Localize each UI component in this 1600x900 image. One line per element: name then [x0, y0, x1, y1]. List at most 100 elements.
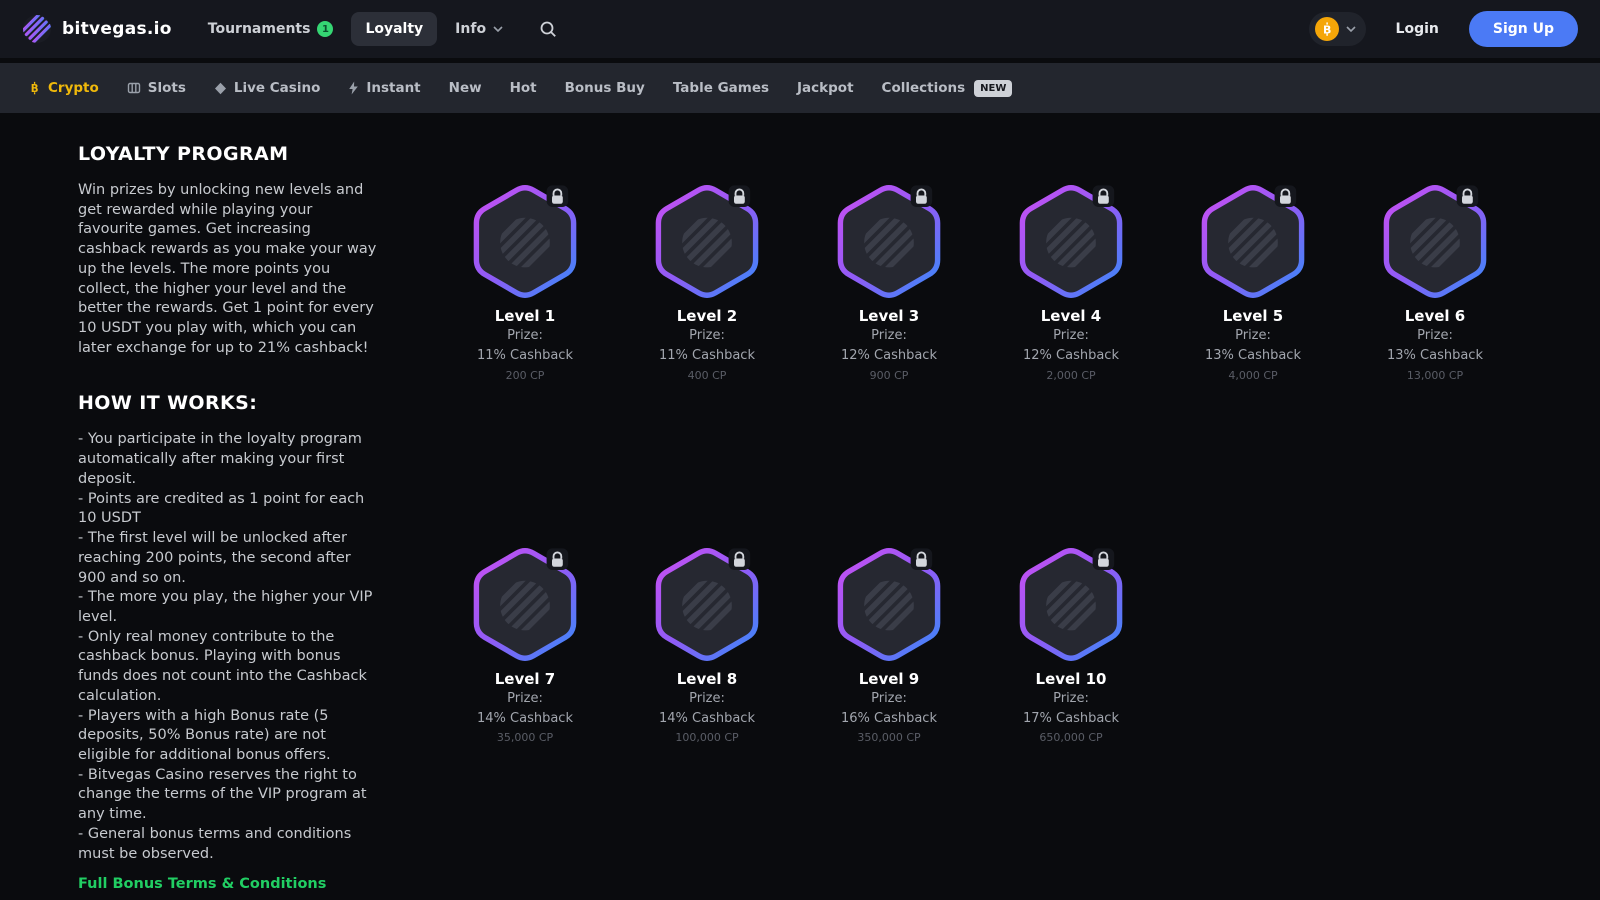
- chevron-down-icon: [1345, 26, 1356, 32]
- lock-icon: [910, 185, 933, 207]
- lock-icon: [1092, 185, 1115, 207]
- nav-item-info[interactable]: Info: [441, 12, 517, 46]
- bitvegas-logo-icon: [22, 14, 52, 44]
- level-prize-label: Prize:: [1053, 328, 1089, 343]
- level-name: Level 6: [1404, 307, 1466, 325]
- subnav-item-crypto[interactable]: B Crypto: [28, 80, 99, 96]
- level-cp: 2,000 CP: [1046, 368, 1096, 382]
- lock-icon: [1456, 185, 1479, 207]
- subnav-item-collections[interactable]: Collections NEW: [882, 79, 1013, 97]
- level-badge: [1017, 181, 1125, 302]
- level-cp: 650,000 CP: [1039, 731, 1103, 745]
- hot-label: Hot: [509, 80, 537, 96]
- collections-new-badge: NEW: [974, 79, 1013, 97]
- level-name: Level 5: [1222, 307, 1284, 325]
- level-card: Level 6 Prize: 13% Cashback 13,000 CP: [1344, 181, 1526, 530]
- full-bonus-terms-link[interactable]: Full Bonus Terms & Conditions: [78, 876, 326, 892]
- level-cashback: 13% Cashback: [1205, 347, 1301, 363]
- level-cp: 100,000 CP: [675, 731, 739, 745]
- level-card: Level 5 Prize: 13% Cashback 4,000 CP: [1162, 181, 1344, 530]
- level-card: Level 8 Prize: 14% Cashback 100,000 CP: [616, 544, 798, 893]
- top-nav: Tournaments 1 Loyalty Info: [194, 12, 565, 46]
- level-cp: 13,000 CP: [1406, 368, 1464, 382]
- how-it-works-title: HOW IT WORKS:: [78, 392, 258, 415]
- login-button[interactable]: Login: [1384, 13, 1451, 45]
- level-hexagon-icon: [1019, 185, 1123, 298]
- level-name: Level 1: [494, 307, 556, 325]
- level-prize-label: Prize:: [871, 328, 907, 343]
- level-hexagon-icon: [1201, 185, 1305, 298]
- jackpot-label: Jackpot: [797, 80, 854, 96]
- level-cashback: 11% Cashback: [477, 347, 573, 363]
- lock-icon: [546, 185, 569, 207]
- level-prize-label: Prize:: [1235, 328, 1271, 343]
- level-name: Level 3: [858, 307, 920, 325]
- level-card: Level 3 Prize: 12% Cashback 900 CP: [798, 181, 980, 530]
- level-badge: [1381, 181, 1489, 302]
- lock-icon: [546, 547, 569, 570]
- instant-label: Instant: [366, 80, 421, 96]
- level-hexagon-icon: [655, 185, 759, 298]
- level-name: Level 4: [1040, 307, 1102, 325]
- subnav-item-new[interactable]: New: [449, 80, 482, 96]
- level-card: Level 1 Prize: 11% Cashback 200 CP: [434, 181, 616, 530]
- level-card: Level 10 Prize: 17% Cashback 650,000 CP: [980, 544, 1162, 893]
- subnav-item-hot[interactable]: Hot: [510, 80, 537, 96]
- level-badge: [471, 181, 579, 302]
- level-hexagon-icon: [837, 185, 941, 298]
- subnav-item-bonus-buy[interactable]: Bonus Buy: [565, 80, 645, 96]
- subnav-item-slots[interactable]: Slots: [127, 80, 186, 96]
- crypto-label: Crypto: [48, 80, 99, 96]
- list-item: - The more you play, the higher your VIP…: [78, 589, 373, 625]
- level-prize-label: Prize:: [871, 690, 907, 706]
- level-name: Level 7: [494, 669, 556, 688]
- search-button[interactable]: [531, 12, 565, 46]
- chevron-down-icon: [493, 26, 503, 32]
- subnav-item-table-games[interactable]: Table Games: [673, 80, 769, 96]
- loyalty-label: Loyalty: [365, 21, 424, 37]
- level-cp: 35,000 CP: [496, 731, 554, 745]
- level-prize-label: Prize:: [1053, 690, 1089, 706]
- tournaments-count-badge: 1: [317, 21, 334, 37]
- lock-icon: [910, 547, 933, 570]
- signup-button[interactable]: Sign Up: [1468, 11, 1578, 47]
- live-casino-label: Live Casino: [233, 80, 321, 96]
- subnav-item-live-casino[interactable]: Live Casino: [214, 80, 320, 96]
- level-cp: 4,000 CP: [1228, 368, 1278, 382]
- level-cashback: 14% Cashback: [477, 710, 573, 726]
- list-item: - Bitvegas Casino reserves the right to …: [78, 766, 367, 823]
- level-cp: 350,000 CP: [857, 731, 921, 745]
- level-card: Level 9 Prize: 16% Cashback 350,000 CP: [798, 544, 980, 893]
- subnav-item-instant[interactable]: Instant: [348, 80, 421, 96]
- list-item: - Points are credited as 1 point for eac…: [78, 490, 365, 527]
- top-navbar: bitvegas.io Tournaments 1 Loyalty Info B…: [0, 0, 1600, 58]
- list-item: - General bonus terms and conditions mus…: [78, 825, 352, 862]
- bonus-buy-label: Bonus Buy: [564, 80, 645, 96]
- table-games-label: Table Games: [672, 80, 770, 96]
- slots-label: Slots: [147, 80, 186, 96]
- currency-selector[interactable]: B: [1308, 12, 1366, 46]
- brand-name: bitvegas.io: [62, 19, 172, 39]
- level-badge: [1199, 181, 1307, 302]
- lightning-icon: [348, 81, 359, 95]
- nav-item-loyalty[interactable]: Loyalty: [351, 12, 438, 46]
- level-hexagon-icon: [473, 547, 577, 661]
- level-badge: [835, 544, 943, 665]
- level-hexagon-icon: [1019, 547, 1123, 661]
- level-cashback: 14% Cashback: [659, 710, 755, 726]
- brand-logo[interactable]: bitvegas.io: [22, 14, 172, 44]
- page-title: LOYALTY PROGRAM: [78, 143, 289, 165]
- level-hexagon-icon: [1383, 185, 1487, 298]
- nav-item-tournaments[interactable]: Tournaments 1: [194, 12, 348, 46]
- loyalty-page: LOYALTY PROGRAM Win prizes by unlocking …: [0, 113, 1600, 892]
- subnav-item-jackpot[interactable]: Jackpot: [797, 80, 854, 96]
- level-hexagon-icon: [655, 547, 759, 661]
- level-badge: [835, 181, 943, 302]
- live-casino-icon: [214, 82, 227, 95]
- level-badge: [471, 544, 579, 665]
- level-badge: [653, 544, 761, 665]
- loyalty-description: LOYALTY PROGRAM Win prizes by unlocking …: [78, 143, 378, 892]
- level-prize-label: Prize:: [689, 690, 725, 706]
- slots-icon: [127, 81, 141, 95]
- list-item: - Players with a high Bonus rate (5 depo…: [78, 707, 331, 763]
